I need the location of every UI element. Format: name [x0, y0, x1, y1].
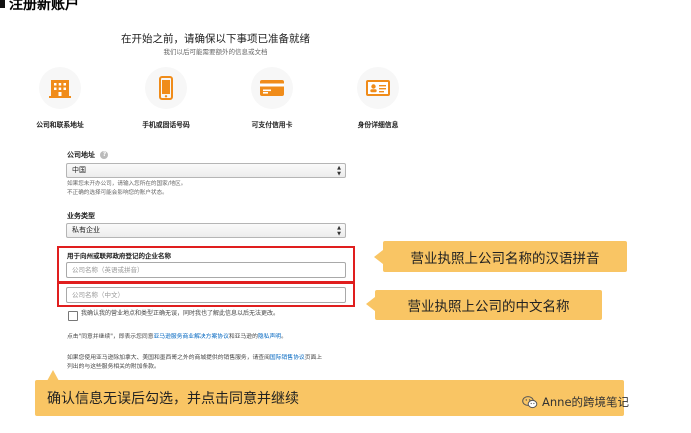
chinese-callout: 营业执照上公司的中文名称 — [375, 290, 602, 320]
id-card-icon — [366, 80, 390, 96]
intro-subheading: 我们以后可能需要额外的信息或文档 — [163, 48, 268, 56]
company-name-cn-placeholder: 公司名称（中文） — [72, 291, 124, 299]
step-identity: 身份详细信息 — [318, 67, 438, 129]
agreement-prefix: 点击"同意并继续"，即表示您同意 — [67, 334, 154, 340]
wechat-icon — [522, 396, 538, 409]
building-icon — [49, 80, 71, 98]
international-selling-link[interactable]: 国际销售协议 — [270, 355, 305, 361]
intro-heading: 在开始之前，请确保以下事项已准备就绪 — [121, 33, 310, 45]
company-name-label: 用于向州或联邦政府登记的企业名称 — [67, 252, 171, 260]
callout-pointer — [374, 250, 383, 264]
business-type-label: 业务类型 — [67, 212, 95, 220]
confirm-checkbox[interactable] — [68, 311, 78, 321]
select-arrows-icon: ▲ ▼ — [337, 225, 341, 237]
step-circle — [251, 67, 293, 109]
company-name-cn-input[interactable]: 公司名称（中文） — [66, 287, 346, 303]
country-select[interactable]: 中国 ▲ ▼ — [66, 163, 346, 178]
country-label: 公司地址 ? — [67, 150, 109, 160]
step-circle — [357, 67, 399, 109]
credit-card-icon — [260, 80, 284, 96]
step-company-address: 公司和联系地址 — [0, 67, 120, 129]
business-type-value: 私有企业 — [72, 226, 100, 234]
foreign-marketplace-text: 如果您使用亚马逊除加拿大、美国和墨西哥之外的商城提供的销售服务，请查阅国际销售协… — [67, 354, 322, 363]
title-accent-bar — [0, 0, 5, 8]
agreement-suffix: 。 — [281, 334, 287, 340]
step-label: 身份详细信息 — [357, 121, 399, 129]
watermark: Anne的跨境笔记 — [522, 394, 629, 410]
company-name-en-placeholder: 公司名称（英语或拼音） — [72, 266, 144, 274]
step-circle — [39, 67, 81, 109]
business-type-select[interactable]: 私有企业 ▲ ▼ — [66, 223, 346, 238]
callout-pointer — [366, 297, 375, 311]
agreement-text: 点击"同意并继续"，即表示您同意亚马逊服务商业解决方案协议和亚马逊的隐私声明。 — [67, 333, 287, 342]
watermark-text: Anne的跨境笔记 — [542, 395, 630, 409]
confirm-checkbox-label: 我确认我的营业地点和类型正确无误，同时我也了解此信息以后无法更改。 — [81, 310, 280, 317]
pinyin-callout: 营业执照上公司名称的汉语拼音 — [383, 241, 627, 272]
country-hint-2: 不正确的选择可能会影响您的账户状态。 — [67, 190, 168, 196]
foreign-suffix: 页面上 — [304, 355, 323, 361]
step-label: 公司和联系地址 — [36, 121, 84, 129]
foreign-prefix: 如果您使用亚马逊除加拿大、美国和墨西哥之外的商城提供的销售服务，请查阅 — [67, 355, 270, 361]
step-label: 手机或固话号码 — [142, 121, 190, 129]
country-hint-1: 如果您未开办公司，请输入您所在的国家/地区。 — [67, 181, 187, 187]
service-agreement-link[interactable]: 亚马逊服务商业解决方案协议 — [154, 334, 229, 340]
mobile-phone-icon — [159, 76, 173, 100]
step-credit-card: 可支付信用卡 — [212, 67, 332, 129]
foreign-marketplace-text-line2: 列出的与这些服务相关的附加条款。 — [67, 364, 160, 370]
page-title-fragment: 注册新账户 — [9, 0, 79, 13]
company-name-en-input[interactable]: 公司名称（英语或拼音） — [66, 262, 346, 278]
step-label: 可支付信用卡 — [251, 121, 293, 129]
privacy-notice-link[interactable]: 隐私声明 — [258, 334, 281, 340]
country-select-value: 中国 — [72, 166, 86, 174]
select-arrows-icon: ▲ ▼ — [337, 165, 341, 177]
agreement-mid: 和亚马逊的 — [228, 334, 258, 340]
country-label-text: 公司地址 — [67, 151, 95, 159]
step-phone: 手机或固话号码 — [106, 67, 226, 129]
step-circle — [145, 67, 187, 109]
info-icon[interactable]: ? — [100, 151, 109, 159]
